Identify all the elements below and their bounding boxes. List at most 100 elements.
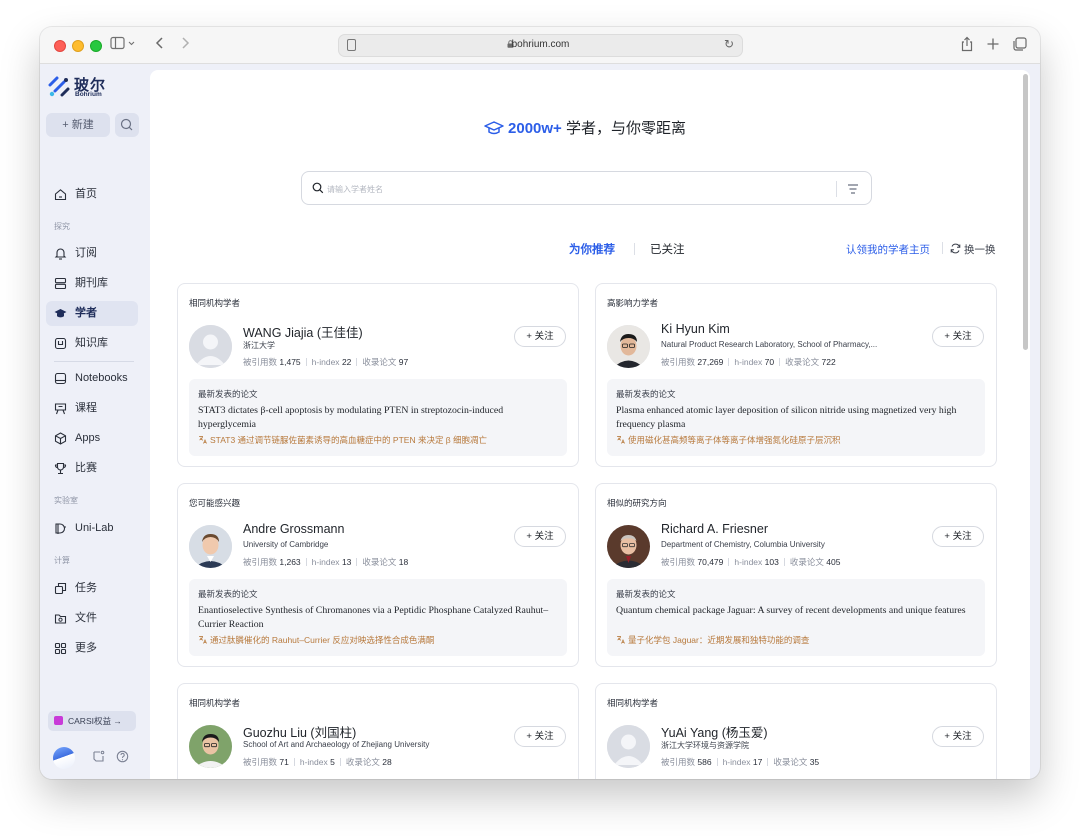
paper-translation-text: 使用磁化甚高频等离子体等离子体增强氮化硅原子层沉积 — [628, 435, 841, 445]
paper-title[interactable]: Plasma enhanced atomic layer deposition … — [616, 404, 976, 432]
help-icon[interactable] — [116, 750, 129, 766]
scholar-stats: 被引用数 27,269 h-index 70 收录论文 722 — [661, 356, 836, 368]
recommend-reason: 相似的研究方向 — [607, 498, 667, 508]
paper-title[interactable]: Enantioselective Synthesis of Chromanone… — [198, 604, 558, 632]
sidebar-item-unilab[interactable]: Uni-Lab — [46, 516, 138, 541]
sidebar-item-tasks[interactable]: 任务 — [46, 576, 138, 601]
sidebar-item-notebooks[interactable]: Notebooks — [46, 366, 138, 391]
user-avatar[interactable] — [53, 747, 75, 769]
sidebar-item-home[interactable]: 首页 — [46, 182, 138, 207]
paper-title[interactable]: STAT3 dictates β-cell apoptosis by modul… — [198, 404, 558, 432]
scholar-name[interactable]: Guozhu Liu (刘国柱) — [243, 722, 356, 741]
close-window-button[interactable] — [54, 40, 66, 52]
logo-text-en: Bohrium — [75, 91, 102, 98]
scrollbar[interactable] — [1020, 70, 1030, 779]
hindex-label: h-index — [734, 357, 763, 367]
scholar-photo[interactable] — [607, 725, 650, 768]
follow-button[interactable]: + 关注 — [932, 726, 984, 747]
scholar-card[interactable]: 相同机构学者 YuAi Yang (杨玉爱) 浙江大学环境与资源学院 被引用数 … — [595, 683, 997, 779]
follow-button[interactable]: + 关注 — [932, 326, 984, 347]
scholar-name[interactable]: YuAi Yang (杨玉爱) — [661, 722, 768, 741]
scholar-name[interactable]: WANG Jiajia (王佳佳) — [243, 322, 363, 341]
sidebar-item-more[interactable]: 更多 — [46, 636, 138, 661]
carsi-benefits-button[interactable]: CARSI权益 → — [48, 711, 136, 731]
hindex-label: h-index — [299, 757, 328, 767]
page-title: 2000w+ 学者，与你零距离 — [150, 117, 1020, 138]
message-icon[interactable] — [92, 750, 105, 766]
latest-paper[interactable]: 最新发表的论文 Enantioselective Synthesis of Ch… — [189, 579, 567, 656]
address-bar[interactable]: bohrium.com ↻ — [338, 34, 743, 57]
minimize-window-button[interactable] — [72, 40, 84, 52]
paper-translation: 通过肽膦催化的 Rauhut–Currier 反应对映选择性合成色满酮 — [198, 634, 558, 646]
paper-translation: 使用磁化甚高频等离子体等离子体增强氮化硅原子层沉积 — [616, 434, 976, 446]
follow-button[interactable]: + 关注 — [514, 726, 566, 747]
search-divider — [836, 181, 837, 197]
scholar-name[interactable]: Andre Grossmann — [243, 522, 344, 536]
sidebar-item-files[interactable]: 文件 — [46, 606, 138, 631]
sidebar-item-apps[interactable]: Apps — [46, 426, 138, 451]
sidebar-search-button[interactable] — [115, 113, 139, 137]
paper-title[interactable]: Quantum chemical package Jaguar: A surve… — [616, 604, 976, 618]
course-icon — [54, 403, 67, 415]
scholar-photo[interactable] — [189, 525, 232, 568]
new-button[interactable]: + 新建 — [46, 113, 110, 137]
citations-value: 586 — [697, 757, 712, 767]
claim-profile-link[interactable]: 认领我的学者主页 — [846, 242, 930, 257]
scholar-name[interactable]: Ki Hyun Kim — [661, 322, 730, 336]
scholar-photo[interactable] — [189, 725, 232, 768]
hindex-label: h-index — [311, 557, 340, 567]
sidebar-toggle-icon[interactable] — [110, 36, 136, 55]
scholar-card[interactable]: 您可能感兴趣 Andre Grossmann University of Cam… — [177, 483, 579, 667]
scholar-photo[interactable] — [607, 325, 650, 368]
tab-following[interactable]: 已关注 — [650, 241, 685, 257]
sidebar-item-label: 首页 — [75, 188, 97, 200]
scholar-photo[interactable] — [607, 525, 650, 568]
recommend-reason: 相同机构学者 — [189, 298, 241, 308]
hindex-value: 5 — [330, 757, 335, 767]
share-icon[interactable] — [960, 36, 974, 57]
latest-paper[interactable]: 最新发表的论文 Quantum chemical package Jaguar:… — [607, 579, 985, 656]
scholar-name[interactable]: Richard A. Friesner — [661, 522, 768, 536]
latest-paper[interactable]: 最新发表的论文 Plasma enhanced atomic layer dep… — [607, 379, 985, 456]
sidebar-item-subscribe[interactable]: 订阅 — [46, 241, 138, 266]
scrollbar-thumb[interactable] — [1023, 74, 1028, 350]
forward-arrow-icon[interactable] — [180, 36, 190, 55]
recommend-reason: 高影响力学者 — [607, 298, 659, 308]
papers-value: 18 — [398, 557, 409, 567]
scholar-search-box[interactable] — [301, 171, 872, 205]
reload-icon[interactable]: ↻ — [724, 37, 734, 51]
follow-button[interactable]: + 关注 — [514, 326, 566, 347]
gift-icon — [54, 716, 63, 725]
refresh-recommendations-button[interactable]: 换一换 — [950, 242, 996, 257]
sidebar-item-courses[interactable]: 课程 — [46, 396, 138, 421]
refresh-icon — [950, 243, 961, 254]
sidebar-item-contests[interactable]: 比赛 — [46, 456, 138, 481]
scholar-search-input[interactable] — [327, 181, 807, 197]
scholar-photo[interactable] — [189, 325, 232, 368]
follow-button[interactable]: + 关注 — [932, 526, 984, 547]
scholar-card[interactable]: 相同机构学者 WANG Jiajia (王佳佳) 浙江大学 被引用数 1,475… — [177, 283, 579, 467]
zoom-window-button[interactable] — [90, 40, 102, 52]
new-tab-icon[interactable] — [986, 36, 1000, 57]
sidebar-item-journals[interactable]: 期刊库 — [46, 271, 138, 296]
sidebar-item-label: 文件 — [75, 612, 97, 624]
apps-icon — [54, 432, 67, 445]
scholar-photo-image — [607, 325, 650, 368]
scholar-card[interactable]: 相似的研究方向 Richard A. Friesner Department o… — [595, 483, 997, 667]
papers-label: 收录论文 — [362, 357, 397, 367]
latest-paper-label: 最新发表的论文 — [198, 589, 258, 599]
filter-icon[interactable] — [847, 182, 859, 196]
scholar-card[interactable]: 高影响力学者 Ki Hyun Kim Natural Product Resea… — [595, 283, 997, 467]
paper-translation: 量子化学包 Jaguar：近期发展和独特功能的调查 — [616, 634, 976, 646]
sidebar-item-knowledge[interactable]: 知识库 — [46, 331, 138, 356]
latest-paper[interactable]: 最新发表的论文 STAT3 dictates β-cell apoptosis … — [189, 379, 567, 456]
sidebar-item-scholars[interactable]: 学者 — [46, 301, 138, 326]
scholar-card[interactable]: 相同机构学者 Guozhu Liu (刘国柱) School of Art an… — [177, 683, 579, 779]
back-arrow-icon[interactable] — [155, 36, 165, 55]
bohrium-logo[interactable]: 玻尔 Bohrium — [48, 74, 138, 102]
section-label-compute: 计算 — [54, 556, 70, 565]
scholar-institution: Natural Product Research Laboratory, Sch… — [661, 340, 878, 349]
tab-recommend[interactable]: 为你推荐 — [569, 241, 615, 257]
tab-overview-icon[interactable] — [1012, 36, 1028, 57]
follow-button[interactable]: + 关注 — [514, 526, 566, 547]
